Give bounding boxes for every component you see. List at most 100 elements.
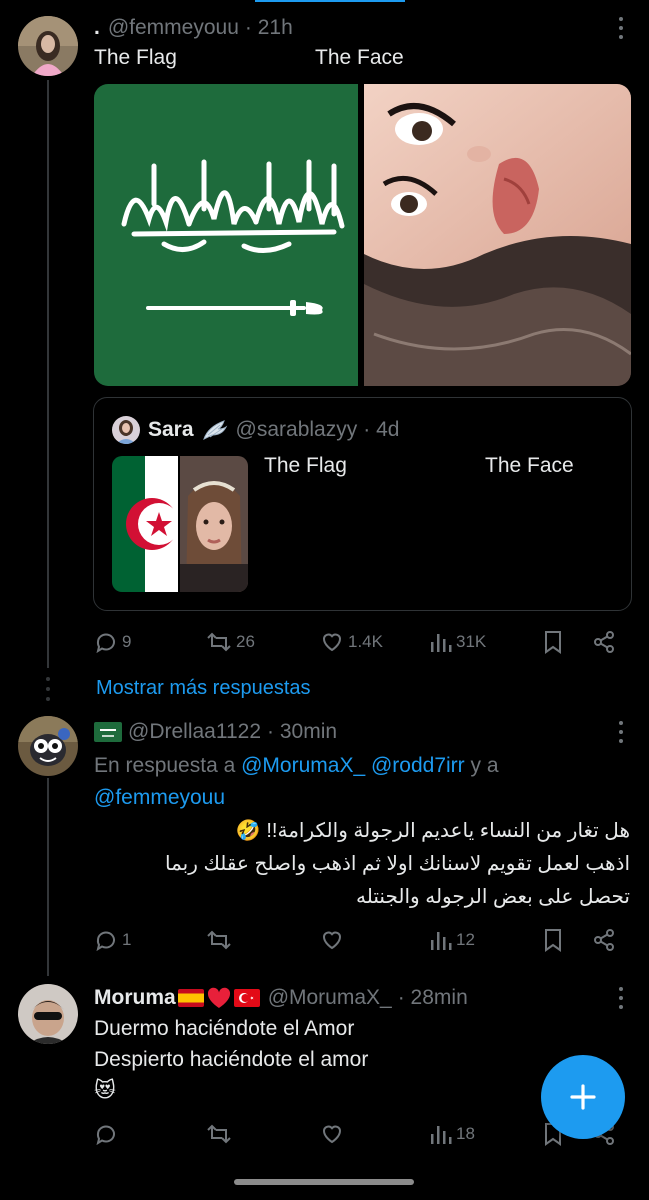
tweet1-text-right: The Face (315, 46, 404, 69)
reply-icon (94, 630, 118, 654)
tweet2-header: @Drellaa1122 · 30min (94, 718, 337, 746)
avatar-femmeyouu[interactable] (18, 16, 78, 76)
face-photo[interactable] (364, 84, 631, 386)
avatar-sara[interactable] (112, 416, 140, 444)
tweet3-header: Moruma @MorumaX_ · 28min (94, 984, 468, 1012)
share-button[interactable] (592, 928, 616, 952)
repost-icon (206, 1122, 232, 1146)
heart-icon (320, 928, 344, 952)
repost-icon (206, 928, 232, 952)
views-button[interactable]: 18 (430, 1122, 475, 1146)
reply-prefix: En respuesta a (94, 754, 236, 777)
views-count: 18 (456, 1124, 475, 1143)
tweet2-line1-text: هل تغار من النساء ياعديم الرجولة والكرام… (266, 820, 630, 842)
tweet1-more-icon[interactable] (610, 16, 632, 40)
quote-header: Sara @sarablazyy · 4d (148, 416, 399, 444)
quote-time: · 4d (363, 418, 400, 441)
reply-icon (94, 1122, 118, 1146)
repost-count: 26 (236, 632, 255, 651)
reply-and: y a (470, 754, 499, 777)
tweet1-actions: 9 26 1.4K 31K (94, 628, 622, 656)
tweet1-text-left: The Flag (94, 46, 177, 69)
show-more-replies-link[interactable]: Mostrar más respuestas (96, 677, 311, 700)
tweet1-dot[interactable]: . (94, 16, 100, 40)
quote-name[interactable]: Sara (148, 418, 194, 442)
tweet1-header: . @femmeyouu · 21h (94, 14, 293, 42)
tweet2-actions: 1 12 (94, 926, 622, 954)
mention-morumax[interactable]: @MorumaX_ (241, 754, 365, 777)
face-photo[interactable] (180, 456, 248, 592)
views-icon (430, 630, 452, 654)
tweet2-reply-context: En respuesta a @MorumaX_ @rodd7irr y a @… (94, 750, 614, 814)
tweet2-time: · 30min (267, 720, 338, 743)
active-tab-indicator (255, 0, 405, 2)
tweet1-handle[interactable]: @femmeyouu (108, 16, 239, 40)
tweet1-media-grid (94, 84, 631, 386)
tab-indicator-bar (0, 0, 649, 4)
thread-gap-dot (46, 697, 50, 701)
bookmark-button[interactable] (542, 630, 564, 654)
like-button[interactable] (320, 1122, 344, 1146)
home-indicator[interactable] (234, 1179, 414, 1185)
quote-text-right: The Face (485, 454, 574, 477)
tweet1-quoted-tweet[interactable]: Sara @sarablazyy · 4d The Flag The Face (93, 397, 632, 611)
reply-button[interactable] (94, 1122, 118, 1146)
bookmark-icon (542, 928, 564, 952)
reply-count: 1 (122, 930, 132, 949)
avatar-morumax[interactable] (18, 984, 78, 1044)
views-count: 12 (456, 930, 475, 949)
views-button[interactable]: 31K (430, 630, 486, 654)
repost-button[interactable] (206, 928, 232, 952)
tweet2-handle[interactable]: @Drellaa1122 (128, 720, 261, 744)
quote-handle[interactable]: @sarablazyy (236, 418, 358, 442)
heart-icon (320, 630, 344, 654)
tweet3-actions: 18 (94, 1120, 622, 1148)
tweet3-name[interactable]: Moruma (94, 986, 176, 1010)
repost-button[interactable]: 26 (206, 630, 255, 654)
like-button[interactable] (320, 928, 344, 952)
avatar-drellaa1122[interactable] (18, 716, 78, 776)
tweet3-more-icon[interactable] (610, 986, 632, 1010)
plus-icon (569, 1083, 597, 1111)
wing-icon (202, 419, 228, 441)
bookmark-button[interactable] (542, 928, 564, 952)
share-button[interactable] (592, 630, 616, 654)
turkey-flag-emoji-icon (233, 989, 260, 1007)
reply-button[interactable]: 1 (94, 928, 131, 952)
compose-button[interactable] (541, 1055, 625, 1139)
tweet2-more-icon[interactable] (610, 720, 632, 744)
quote-text-left: The Flag (264, 454, 347, 477)
thread-gap-dot (46, 687, 50, 691)
share-icon (592, 630, 616, 654)
repost-button[interactable] (206, 1122, 232, 1146)
rofl-emoji: 🤣 (235, 820, 261, 842)
tweet2-line3: تحصل على بعض الرجوله والجنتله (356, 886, 630, 908)
tweet3-line1: Duermo haciéndote el Amor (94, 1017, 355, 1040)
spain-flag-emoji-icon (177, 989, 204, 1007)
like-button[interactable]: 1.4K (320, 630, 383, 654)
thread-line (47, 80, 49, 668)
tweet3-time: · 28min (397, 986, 468, 1009)
reply-button[interactable]: 9 (94, 630, 131, 654)
saudi-flag-image[interactable] (94, 84, 358, 386)
tweet1-time: · 21h (244, 16, 293, 39)
mention-femmeyouu[interactable]: @femmeyouu (94, 786, 225, 809)
views-count: 31K (456, 632, 487, 651)
heart-eyes-cat-emoji: 😻 (94, 1079, 116, 1102)
heart-icon (320, 1122, 344, 1146)
tweet3-handle[interactable]: @MorumaX_ (268, 986, 392, 1010)
algeria-flag-image[interactable] (112, 456, 180, 592)
views-icon (430, 928, 452, 952)
reply-icon (94, 928, 118, 952)
red-heart-emoji-icon (207, 987, 231, 1009)
thread-gap-dot (46, 677, 50, 681)
tweet3-body: Duermo haciéndote el Amor Despierto haci… (94, 1013, 368, 1106)
saudi-flag-emoji-icon (94, 722, 122, 742)
views-icon (430, 1122, 452, 1146)
tweet2-body: هل تغار من النساء ياعديم الرجولة والكرام… (94, 815, 630, 914)
tweet2-line2: اذهب لعمل تقويم لاسنانك اولا ثم اذهب واص… (165, 853, 630, 875)
mention-rodd7irr[interactable]: @rodd7irr (371, 754, 465, 777)
views-button[interactable]: 12 (430, 928, 475, 952)
tweet3-line2: Despierto haciéndote el amor (94, 1048, 369, 1071)
like-count: 1.4K (348, 632, 383, 651)
